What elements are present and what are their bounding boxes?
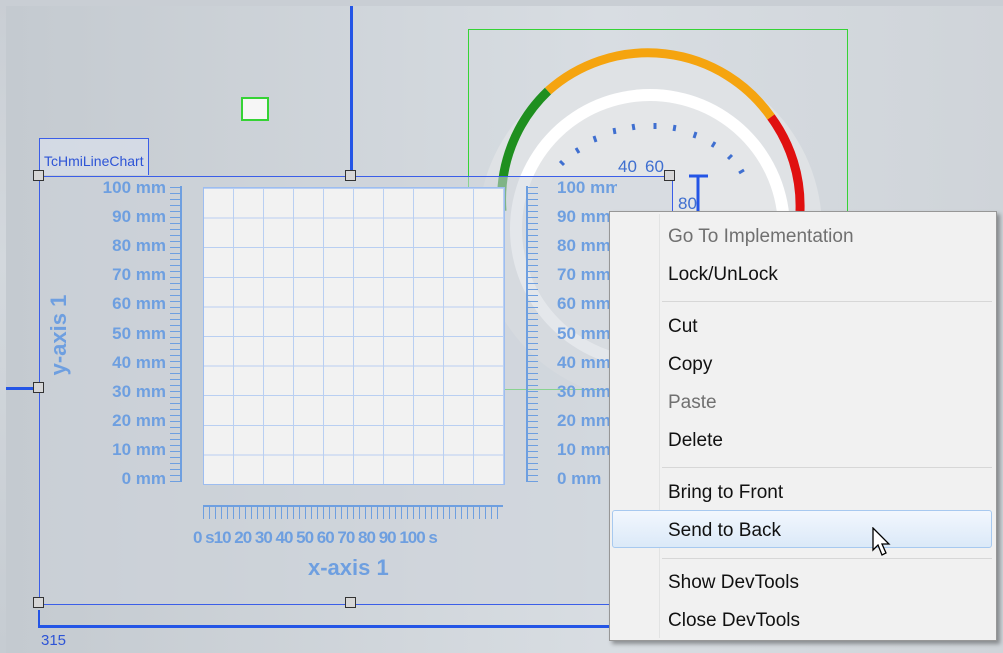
y-tick-label: 0 mm (557, 469, 602, 488)
y-tick-label: 80 mm (557, 236, 611, 255)
plot-area[interactable] (203, 187, 505, 485)
y-tick-label: 20 mm (112, 411, 166, 430)
gauge-label-60: 60 (645, 157, 664, 176)
y-tick-label: 50 mm (112, 324, 166, 343)
y-axis-right: 100 mm 90 mm 80 mm 70 mm 60 mm 50 mm 40 … (557, 178, 617, 488)
menu-item-send-to-back[interactable]: Send to Back (668, 520, 781, 542)
y-tick-label: 100 mm (557, 178, 617, 197)
y-tick-label: 70 mm (557, 265, 611, 284)
y-tick-label: 60 mm (557, 294, 611, 313)
menu-item-close-devtools[interactable]: Close DevTools (668, 610, 800, 632)
y-tick-label: 30 mm (557, 382, 611, 401)
x-axis-tick-labels: 0 s10 20 30 40 50 60 70 80 90 100 s (193, 528, 438, 547)
y-axis-right-ruler (526, 186, 538, 482)
menu-item-go-to-implementation[interactable]: Go To Implementation (668, 226, 854, 248)
mouse-pointer-icon (872, 527, 891, 556)
menu-separator (662, 558, 992, 559)
y-tick-label: 70 mm (112, 265, 166, 284)
resize-handle-top-right[interactable] (664, 170, 675, 181)
y-axis-left: 100 mm 90 mm 80 mm 70 mm 60 mm 50 mm 40 … (76, 178, 166, 488)
y-tick-label: 30 mm (112, 382, 166, 401)
y-tick-label: 40 mm (557, 353, 611, 372)
resize-handle-left[interactable] (33, 382, 44, 393)
y-tick-label: 40 mm (112, 353, 166, 372)
menu-item-copy[interactable]: Copy (668, 354, 712, 376)
menu-separator (662, 467, 992, 468)
position-readout: 315 (41, 632, 67, 649)
menu-item-paste[interactable]: Paste (668, 392, 717, 414)
alignment-line-bottom-left (38, 610, 40, 628)
menu-icon-gutter (659, 214, 660, 638)
y-tick-label: 90 mm (112, 207, 166, 226)
chart-control-label: TcHmiLineChart (39, 138, 149, 175)
menu-item-cut[interactable]: Cut (668, 316, 698, 338)
x-axis-ruler (203, 505, 503, 519)
menu-item-bring-to-front[interactable]: Bring to Front (668, 482, 783, 504)
context-menu: Go To Implementation Lock/UnLock Cut Cop… (609, 211, 997, 641)
small-control[interactable] (241, 97, 269, 121)
alignment-line-vertical (350, 6, 353, 176)
x-axis-title: x-axis 1 (308, 555, 389, 580)
y-tick-label: 0 mm (121, 469, 166, 488)
resize-handle-top[interactable] (345, 170, 356, 181)
y-axis-title: y-axis 1 (46, 294, 71, 376)
y-tick-label: 90 mm (557, 207, 611, 226)
resize-handle-top-left[interactable] (33, 170, 44, 181)
menu-separator (662, 301, 992, 302)
y-axis-left-ruler (170, 186, 182, 482)
resize-handle-bottom-left[interactable] (33, 597, 44, 608)
menu-item-lock-unlock[interactable]: Lock/UnLock (668, 264, 778, 286)
y-tick-label: 60 mm (112, 294, 166, 313)
y-tick-label: 20 mm (557, 411, 611, 430)
alignment-line-bottom (39, 625, 609, 628)
y-tick-label: 50 mm (557, 324, 611, 343)
resize-handle-bottom[interactable] (345, 597, 356, 608)
menu-item-delete[interactable]: Delete (668, 430, 723, 452)
y-tick-label: 100 mm (102, 178, 166, 197)
y-tick-label: 10 mm (112, 440, 166, 459)
y-tick-label: 80 mm (112, 236, 166, 255)
y-tick-label: 10 mm (557, 440, 611, 459)
gauge-label-40: 40 (618, 157, 637, 176)
menu-item-show-devtools[interactable]: Show DevTools (668, 572, 799, 594)
